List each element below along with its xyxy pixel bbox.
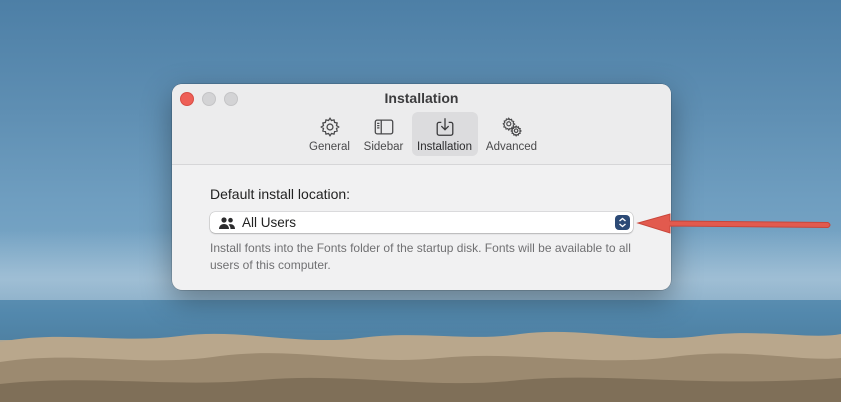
tab-sidebar-label: Sidebar <box>363 141 404 153</box>
tab-sidebar[interactable]: Sidebar <box>360 112 408 156</box>
tab-installation[interactable]: Installation <box>411 112 478 156</box>
popup-stepper[interactable] <box>615 215 630 230</box>
tab-advanced[interactable]: Advanced <box>482 112 542 156</box>
gears-icon <box>501 117 522 137</box>
tab-advanced-label: Advanced <box>485 141 538 153</box>
tab-installation-label: Installation <box>417 141 472 153</box>
download-tray-icon <box>436 118 453 136</box>
installation-window: Installation General Sidebar Installatio… <box>172 84 671 290</box>
install-location-help: Install fonts into the Fonts folder of t… <box>210 241 631 272</box>
annotation-arrow-icon <box>636 213 831 234</box>
title-bar: Installation General Sidebar Installatio… <box>172 84 671 165</box>
install-location-select[interactable]: All Users <box>210 212 633 233</box>
preferences-toolbar: General Sidebar Installation Advanced <box>172 112 671 156</box>
sidebar-icon <box>374 119 393 135</box>
tab-general[interactable]: General <box>304 112 356 156</box>
install-location-label: Default install location: <box>210 186 351 202</box>
install-location-value: All Users <box>242 215 297 230</box>
tab-general-label: General <box>309 141 350 153</box>
window-title: Installation <box>384 90 459 106</box>
chevron-updown-icon <box>619 217 626 228</box>
users-icon <box>219 216 235 229</box>
gear-icon <box>319 117 340 137</box>
